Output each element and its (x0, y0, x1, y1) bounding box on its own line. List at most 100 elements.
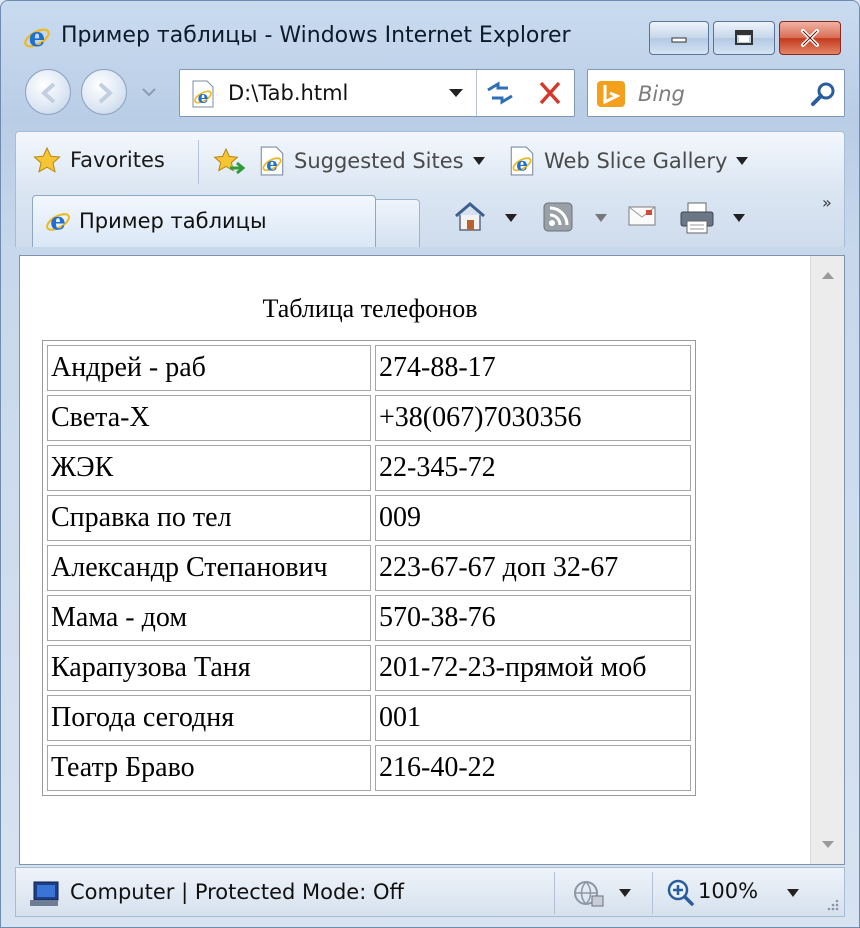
page-icon: e (192, 80, 214, 108)
divider (554, 872, 555, 914)
svg-text:e: e (266, 155, 278, 176)
back-button[interactable] (25, 69, 71, 115)
table-row: Александр Степанович 223-67-67 доп 32-67 (47, 545, 691, 591)
arrow-left-icon (41, 82, 56, 104)
refresh-icon[interactable] (480, 78, 520, 108)
table-row: Театр Браво 216-40-22 (47, 745, 691, 791)
contact-name-cell: Александр Степанович (47, 545, 371, 591)
table-row: ЖЭК 22-345-72 (47, 445, 691, 491)
rss-feed-icon[interactable] (542, 201, 574, 233)
svg-text:e: e (50, 206, 66, 235)
web-slice-gallery-label: Web Slice Gallery (544, 149, 728, 173)
browser-window: e Пример таблицы - Windows Internet Expl… (0, 0, 860, 928)
window-title: Пример таблицы - Windows Internet Explor… (61, 23, 571, 48)
zoom-icon[interactable] (666, 878, 694, 906)
internet-explorer-icon: e (24, 23, 50, 53)
contact-name-cell: Карапузова Таня (47, 645, 371, 691)
favorites-bar: Favorites e Suggested Sites e Web Slice … (15, 131, 845, 191)
contact-name-cell: Справка по тел (47, 495, 371, 541)
title-bar: e Пример таблицы - Windows Internet Expl… (1, 1, 859, 61)
scroll-up-icon[interactable] (821, 270, 835, 280)
zoom-level[interactable]: 100% (698, 879, 758, 903)
divider (476, 70, 477, 116)
phone-table: Андрей - раб 274-88-17 Света-Х +38(067)7030… (42, 340, 696, 796)
minimize-icon (671, 37, 687, 43)
phone-number-cell: 001 (375, 695, 691, 741)
recent-pages-dropdown-icon[interactable] (141, 87, 157, 97)
divider (198, 140, 199, 184)
suggested-sites-label: Suggested Sites (294, 149, 464, 173)
favorites-button[interactable]: Favorites (32, 146, 165, 174)
contact-name-cell: Света-Х (47, 395, 371, 441)
favorites-item-web-slice-gallery[interactable]: e Web Slice Gallery (508, 146, 749, 176)
resize-grip-icon[interactable] (826, 898, 840, 912)
table-row: Андрей - раб 274-88-17 (47, 345, 691, 391)
table-row: Мама - дом 570-38-76 (47, 595, 691, 641)
computer-icon (30, 881, 59, 906)
close-window-button[interactable] (779, 21, 841, 55)
chevron-down-icon (736, 157, 749, 165)
page-content: Таблица телефонов Андрей - раб 274-88-17 С… (19, 255, 845, 865)
chevron-down-icon[interactable] (594, 213, 608, 223)
security-zone-text: Computer | Protected Mode: Off (70, 880, 404, 904)
chevron-down-icon[interactable] (618, 888, 632, 898)
scroll-down-icon[interactable] (821, 840, 835, 850)
search-icon[interactable] (810, 80, 838, 108)
search-input[interactable]: Bing (638, 82, 685, 106)
add-to-favorites-bar-icon[interactable] (212, 146, 248, 178)
stop-icon[interactable] (532, 78, 568, 108)
phone-number-cell: 216-40-22 (375, 745, 691, 791)
print-icon[interactable] (678, 201, 716, 235)
chevron-down-icon[interactable] (786, 888, 800, 898)
star-icon (33, 146, 61, 173)
table-row: Справка по тел 009 (47, 495, 691, 541)
tab-bar: e Пример таблицы » (15, 191, 845, 247)
phone-number-cell: 223-67-67 доп 32-67 (375, 545, 691, 591)
ie-page-icon: e (510, 146, 534, 176)
table-row: Погода сегодня 001 (47, 695, 691, 741)
phone-number-cell: 22-345-72 (375, 445, 691, 491)
home-icon[interactable] (452, 201, 488, 233)
navigation-bar: e D:\Tab.html Bing (1, 63, 859, 125)
address-input[interactable]: D:\Tab.html (228, 81, 348, 105)
more-commands-icon[interactable]: » (822, 193, 832, 212)
tab-active[interactable]: e Пример таблицы (32, 195, 376, 247)
phone-number-cell: 570-38-76 (375, 595, 691, 641)
contact-name-cell: ЖЭК (47, 445, 371, 491)
ie-page-icon: e (260, 146, 284, 176)
minimize-button[interactable] (649, 21, 709, 55)
phone-number-cell: 009 (375, 495, 691, 541)
favorites-item-suggested-sites[interactable]: e Suggested Sites (258, 146, 486, 176)
contact-name-cell: Андрей - раб (47, 345, 371, 391)
table-caption: Таблица телефонов (262, 294, 478, 323)
tab-label: Пример таблицы (79, 209, 267, 233)
svg-text:e: e (29, 23, 46, 53)
svg-text:e: e (516, 155, 528, 176)
favorites-label: Favorites (70, 148, 165, 172)
phone-number-cell: +38(067)7030356 (375, 395, 691, 441)
search-box[interactable]: Bing (587, 69, 845, 117)
arrow-right-icon (98, 82, 113, 104)
divider (652, 872, 653, 914)
bing-logo-icon (597, 81, 625, 107)
address-bar[interactable]: e D:\Tab.html (179, 69, 575, 117)
protected-mode-icon[interactable] (572, 878, 606, 910)
table-row: Света-Х +38(067)7030356 (47, 395, 691, 441)
phone-number-cell: 274-88-17 (375, 345, 691, 391)
chevron-down-icon[interactable] (448, 88, 464, 98)
maximize-button[interactable] (713, 21, 775, 55)
chevron-down-icon[interactable] (732, 213, 746, 223)
chevron-down-icon (472, 157, 485, 165)
read-mail-icon[interactable] (626, 201, 658, 229)
phone-number-cell: 201-72-23-прямой моб (375, 645, 691, 691)
forward-button[interactable] (81, 69, 127, 115)
maximize-icon (735, 30, 753, 45)
internet-explorer-icon: e (46, 206, 70, 235)
chevron-down-icon[interactable] (504, 213, 518, 223)
vertical-scrollbar[interactable] (810, 256, 844, 864)
close-icon (801, 29, 819, 47)
contact-name-cell: Мама - дом (47, 595, 371, 641)
table-row: Карапузова Таня 201-72-23-прямой моб (47, 645, 691, 691)
svg-text:e: e (198, 88, 209, 108)
contact-name-cell: Погода сегодня (47, 695, 371, 741)
